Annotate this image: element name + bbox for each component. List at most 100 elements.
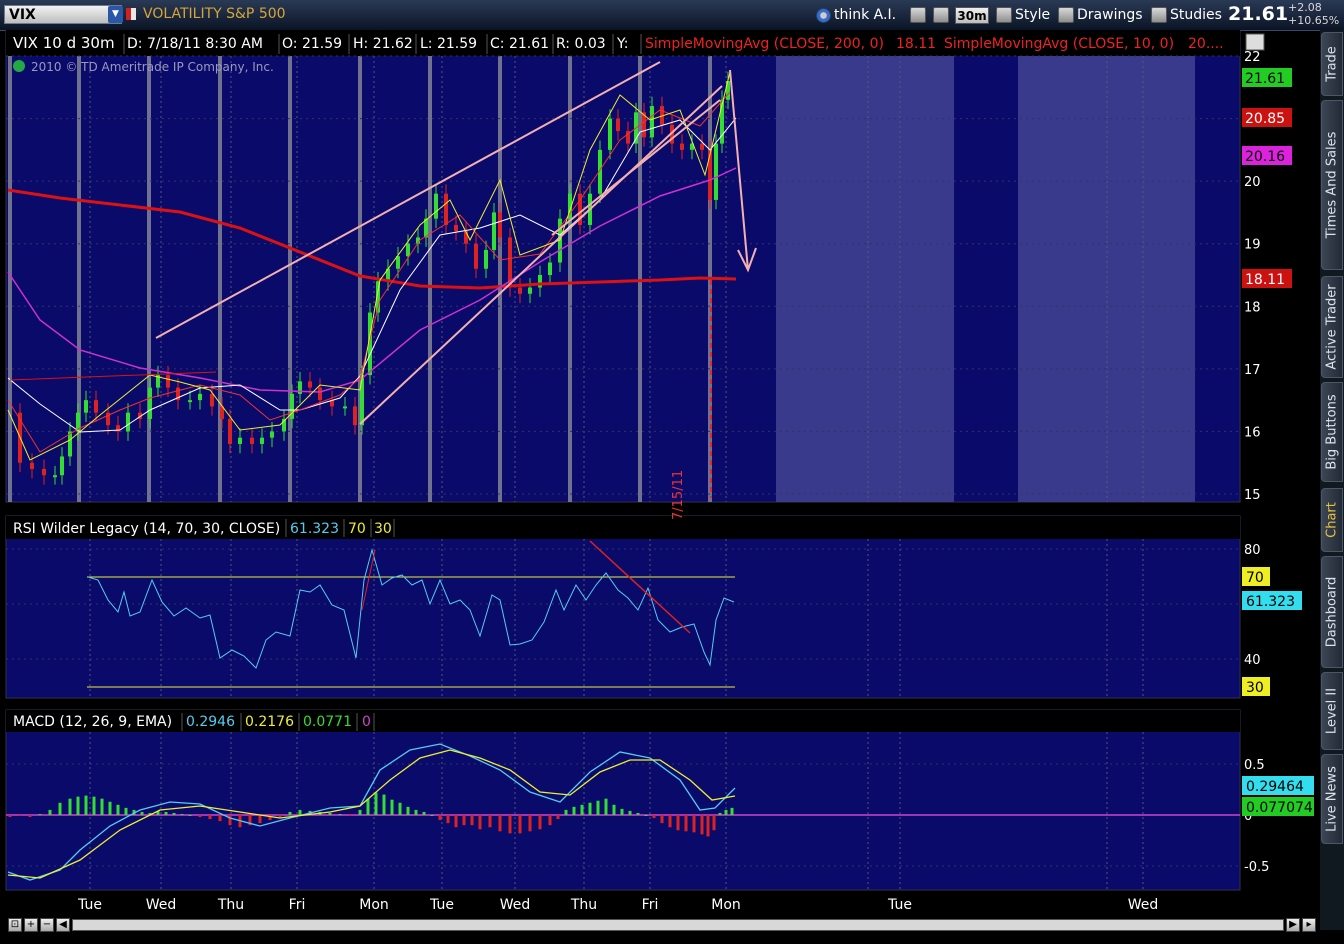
date-annotation: 7/15/11 [671,470,686,520]
time-axis-label: Tue [887,897,912,913]
candle-body [343,406,347,409]
style-icon [996,7,1012,23]
rsi-badge-text: 30 [1246,680,1264,696]
macd-histogram-bar [724,809,728,815]
side-tab-level-ii[interactable]: Level II [1321,672,1343,750]
time-axis-label: Wed [500,897,531,913]
macd-histogram-bar [706,815,710,837]
symbol-dropdown-button[interactable]: ▼ [108,6,123,23]
price-header-date: D: 7/18/11 8:30 AM [127,36,263,52]
candle-body [360,375,364,426]
side-tab-live-news[interactable]: Live News [1321,754,1343,844]
price-header-range: R: 0.03 [556,36,606,52]
candle-body [188,400,192,403]
candle-body [528,287,532,294]
drawings-button[interactable]: Drawings [1058,5,1143,25]
side-tab-bar: Trade Times And Sales Active Trader Big But… [1320,30,1344,930]
session-separator [568,56,572,502]
side-tab-label: Times And Sales [1324,131,1340,239]
macd-histogram-bar [684,815,688,832]
macd-histogram-bar [414,809,418,815]
macd-histogram-bar [718,812,722,815]
link-button[interactable] [933,5,949,25]
price-header-low: L: 21.59 [420,36,477,52]
candle-body [126,412,130,432]
candle-body [708,149,712,200]
chart-settings-icon[interactable] [1245,33,1265,51]
macd-avg: 0.2176 [245,714,294,730]
macd-histogram-bar [438,815,442,821]
macd-histogram-bar [208,815,212,820]
time-axis-label: Wed [1128,897,1159,913]
zoom-in-button[interactable]: + [24,918,38,932]
period-button[interactable]: 30m [955,7,989,24]
candle-body [290,393,294,419]
session-separator [638,56,642,502]
macd-histogram-bar [338,813,342,815]
price-axis-label: 16 [1244,425,1261,440]
candle-body [396,256,400,269]
macd-value: 0.2946 [186,714,235,730]
horizontal-scrollbar[interactable] [72,919,1284,931]
candle-body [700,143,704,150]
macd-histogram-bar [390,799,394,815]
side-tab-dashboard[interactable]: Dashboard [1321,556,1343,668]
time-axis-label: Fri [642,897,659,913]
macd-histogram-bar [228,815,232,826]
crosshair-button[interactable] [910,5,926,25]
macd-histogram-bar [140,811,144,815]
price-header-high: H: 21.62 [353,36,413,52]
candle-body [53,475,57,478]
scroll-right-button[interactable]: ▶ [1286,918,1300,932]
flag-icon[interactable] [126,8,136,20]
info-icon [13,60,25,72]
macd-histogram-bar [620,808,624,815]
macd-histogram-bar [596,800,600,815]
session-separator [8,56,12,502]
symbol-input[interactable]: VIX [4,5,122,24]
zoom-fit-button[interactable]: ⊡ [8,918,22,932]
candle-body [444,193,448,225]
macd-histogram-bar [462,815,466,826]
side-tab-label: Trade [1324,46,1340,82]
side-tab-times-and-sales[interactable]: Times And Sales [1321,100,1343,270]
session-separator [428,56,432,502]
macd-histogram-bar [406,806,410,815]
price-header-sma10_val: 20.... [1188,36,1224,52]
price-badge-text: 20.16 [1245,149,1285,165]
macd-histogram-bar [218,815,222,822]
link-icon [933,7,949,23]
macd-histogram-bar [288,811,292,815]
copyright-text: 2010 © TD Ameritrade IP Company, Inc. [31,60,274,74]
side-tab-big-buttons[interactable]: Big Buttons [1321,382,1343,482]
macd-histogram-bar [100,798,104,815]
chart-area[interactable]: 22212019181716157/15/11VIX 10 d 30mD: 7/… [0,30,1320,944]
style-button[interactable]: Style [996,5,1050,25]
think-ai-button[interactable]: think A.I. [816,5,896,25]
macd-histogram-bar [730,807,734,815]
expand-right-button[interactable]: ▸ [1302,918,1316,932]
macd-histogram-bar [564,809,568,815]
macd-histogram-bar [660,815,664,824]
macd-histogram-bar [668,815,672,828]
session-separator [147,56,151,502]
price-axis-label: 18 [1244,300,1261,315]
candle-body [714,143,718,200]
rsi-name: RSI Wilder Legacy (14, 70, 30, CLOSE) [13,521,280,537]
side-tab-trade[interactable]: Trade [1321,32,1343,96]
macd-badge-text: 0.29464 [1246,779,1304,795]
side-tab-chart[interactable]: Chart [1321,488,1343,552]
zoom-out-button[interactable]: − [40,918,54,932]
scroll-left-button[interactable]: ◀ [56,918,70,932]
side-tab-active-trader[interactable]: Active Trader [1321,276,1343,378]
side-tab-label: Active Trader [1324,284,1340,370]
rsi-value: 61.323 [290,521,339,537]
macd-histogram-bar [38,813,42,815]
time-axis-label: Mon [359,897,389,913]
candle-body [353,406,357,426]
macd-name: MACD (12, 26, 9, EMA) [13,714,172,730]
studies-button[interactable]: Studies [1151,5,1222,25]
candle-body [474,243,478,269]
drawings-icon [1058,7,1074,23]
price-header-open: O: 21.59 [282,36,342,52]
